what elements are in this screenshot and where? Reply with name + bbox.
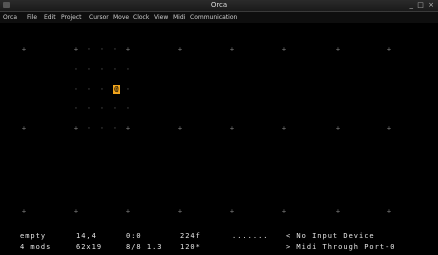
grid-dot: · bbox=[86, 45, 92, 54]
grid-marker: + bbox=[73, 124, 79, 133]
grid-dot: · bbox=[112, 124, 118, 133]
menu-cursor[interactable]: Cursor bbox=[89, 14, 109, 21]
grid-marker: + bbox=[335, 207, 341, 216]
status-grid-ratio: 8/8 1.3 bbox=[126, 243, 163, 251]
grid-marker: + bbox=[177, 124, 183, 133]
grid-marker: + bbox=[125, 45, 131, 54]
status-activity: ....... bbox=[232, 232, 269, 240]
grid-dot: · bbox=[73, 104, 79, 113]
grid-dot: · bbox=[99, 85, 105, 94]
grid-dot: · bbox=[86, 65, 92, 74]
menu-project[interactable]: Project bbox=[61, 14, 82, 21]
menu-move[interactable]: Move bbox=[113, 14, 129, 21]
maximize-icon[interactable]: □ bbox=[417, 1, 425, 9]
grid-dot: · bbox=[125, 65, 131, 74]
grid-cursor: @ bbox=[113, 85, 120, 94]
status-cursor-pos: 14,4 bbox=[76, 232, 97, 240]
grid-marker: + bbox=[386, 45, 392, 54]
menu-clock[interactable]: Clock bbox=[133, 14, 149, 21]
grid-dot: · bbox=[86, 85, 92, 94]
title-bar: Orca _ □ × bbox=[0, 0, 438, 12]
grid-marker: + bbox=[386, 124, 392, 133]
status-selection: 0:0 bbox=[126, 232, 142, 240]
menu-file[interactable]: File bbox=[27, 14, 37, 21]
grid-dot: · bbox=[112, 65, 118, 74]
grid-marker: + bbox=[229, 45, 235, 54]
grid-marker: + bbox=[21, 207, 27, 216]
grid-marker: + bbox=[281, 45, 287, 54]
grid-marker: + bbox=[21, 45, 27, 54]
status-bpm: 120* bbox=[180, 243, 201, 251]
orca-grid[interactable]: + + + + + + + + + + + + + + + + + + + + + + + + · · · · · · · · · · · · · · · ·… bbox=[0, 24, 438, 224]
grid-dot: · bbox=[125, 104, 131, 113]
grid-dot: · bbox=[99, 65, 105, 74]
grid-dot: · bbox=[99, 104, 105, 113]
grid-dot: · bbox=[73, 85, 79, 94]
status-frame: 224f bbox=[180, 232, 201, 240]
grid-dot: · bbox=[73, 65, 79, 74]
minimize-icon[interactable]: _ bbox=[410, 1, 415, 9]
close-icon[interactable]: × bbox=[428, 1, 435, 9]
status-file: empty bbox=[20, 232, 47, 240]
grid-dot: · bbox=[99, 124, 105, 133]
grid-marker: + bbox=[281, 124, 287, 133]
menu-communication[interactable]: Communication bbox=[190, 14, 237, 21]
grid-marker: + bbox=[177, 207, 183, 216]
grid-dot: · bbox=[86, 124, 92, 133]
grid-marker: + bbox=[125, 207, 131, 216]
grid-marker: + bbox=[73, 45, 79, 54]
grid-marker: + bbox=[229, 207, 235, 216]
grid-marker: + bbox=[386, 207, 392, 216]
status-mods: 4 mods bbox=[20, 243, 52, 251]
menu-midi[interactable]: Midi bbox=[173, 14, 185, 21]
menu-bar: Orca File Edit Project Cursor Move Clock… bbox=[0, 12, 438, 23]
grid-marker: + bbox=[229, 124, 235, 133]
menu-orca[interactable]: Orca bbox=[3, 14, 17, 21]
status-grid-size: 62x19 bbox=[76, 243, 103, 251]
grid-dot: · bbox=[99, 45, 105, 54]
grid-dot: · bbox=[112, 45, 118, 54]
grid-marker: + bbox=[335, 45, 341, 54]
status-bar: empty 14,4 0:0 224f ....... < No Input D… bbox=[0, 229, 438, 255]
status-midi-input: < No Input Device bbox=[286, 232, 375, 240]
window-title: Orca bbox=[210, 1, 228, 9]
grid-marker: + bbox=[177, 45, 183, 54]
window-controls: _ □ × bbox=[410, 1, 435, 9]
grid-marker: + bbox=[281, 207, 287, 216]
grid-marker: + bbox=[73, 207, 79, 216]
menu-view[interactable]: View bbox=[154, 14, 168, 21]
grid-dot: · bbox=[125, 85, 131, 94]
grid-marker: + bbox=[21, 124, 27, 133]
menu-edit[interactable]: Edit bbox=[44, 14, 56, 21]
grid-marker: + bbox=[335, 124, 341, 133]
grid-marker: + bbox=[125, 124, 131, 133]
status-midi-output: > Midi Through Port-0 bbox=[286, 243, 396, 251]
grid-dot: · bbox=[112, 104, 118, 113]
grid-dot: · bbox=[86, 104, 92, 113]
